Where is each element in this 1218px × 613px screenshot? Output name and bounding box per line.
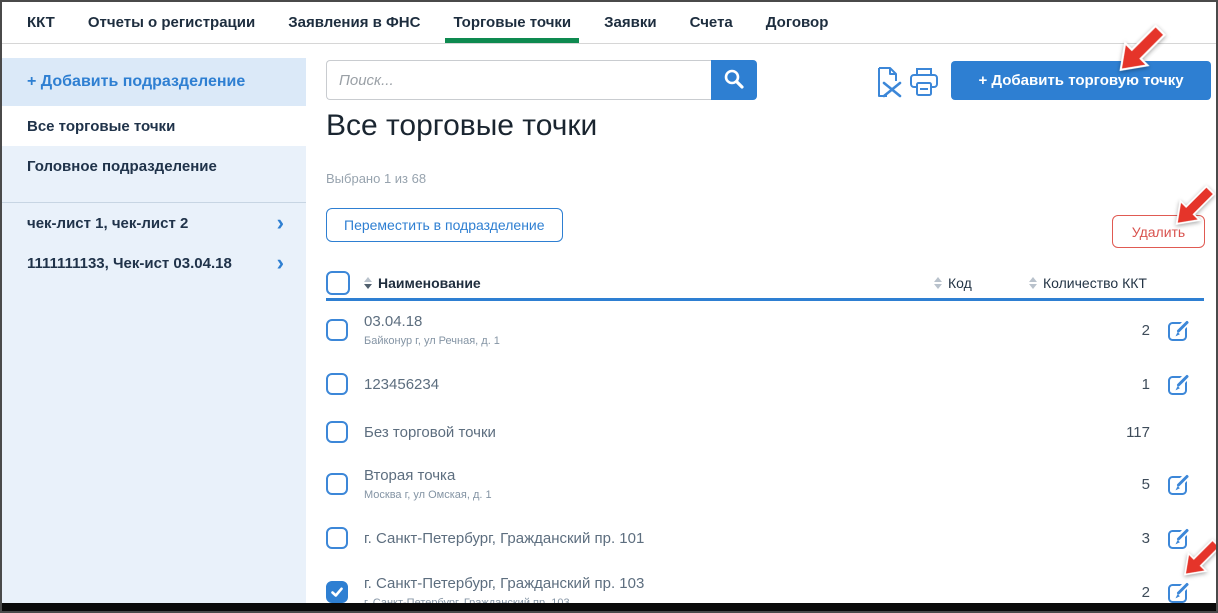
select-all-checkbox[interactable]: [326, 271, 350, 295]
row-name: г. Санкт-Петербург, Гражданский пр. 103: [364, 575, 934, 592]
top-navigation: ККТ Отчеты о регистрации Заявления в ФНС…: [2, 2, 1216, 44]
edit-icon[interactable]: [1166, 471, 1192, 497]
sort-icon: [1029, 277, 1037, 289]
app-window: ККТ Отчеты о регистрации Заявления в ФНС…: [0, 0, 1218, 613]
row-name: Вторая точка: [364, 467, 934, 484]
sidebar-group-chekist[interactable]: 1111111133, Чек-ист 03.04.18 ›: [2, 243, 306, 283]
print-icon[interactable]: [907, 66, 941, 103]
sidebar-group-checklist[interactable]: чек-лист 1, чек-лист 2 ›: [2, 203, 306, 243]
tab-fns-applications[interactable]: Заявления в ФНС: [288, 2, 420, 43]
column-header-code[interactable]: Код: [934, 275, 1029, 291]
row-kkt-count: 2: [1029, 584, 1154, 601]
sidebar-group-label: чек-лист 1, чек-лист 2: [27, 215, 188, 232]
bottom-bar: [2, 603, 1216, 611]
search-button[interactable]: [711, 60, 757, 100]
chevron-right-icon: ›: [277, 212, 284, 234]
sidebar-group-label: 1111111133, Чек-ист 03.04.18: [27, 255, 232, 272]
row-checkbox[interactable]: [326, 527, 348, 549]
delete-button[interactable]: Удалить: [1112, 215, 1205, 248]
add-trade-point-button[interactable]: + Добавить торговую точку: [951, 61, 1211, 100]
tab-contract[interactable]: Договор: [766, 2, 829, 43]
tab-trade-points[interactable]: Торговые точки: [453, 2, 571, 43]
row-name: 123456234: [364, 376, 934, 393]
sidebar-item-all-trade-points[interactable]: Все торговые точки: [2, 106, 306, 146]
chevron-right-icon: ›: [277, 252, 284, 274]
row-kkt-count: 2: [1029, 322, 1154, 339]
add-division-button[interactable]: + Добавить подразделение: [2, 58, 306, 106]
search-icon: [722, 67, 746, 94]
row-checkbox[interactable]: [326, 581, 348, 603]
page-title: Все торговые точки: [326, 109, 597, 143]
table-row: г. Санкт-Петербург, Гражданский пр. 101 …: [326, 513, 1204, 563]
move-to-division-button[interactable]: Переместить в подразделение: [326, 208, 563, 242]
search-bar: [326, 60, 757, 100]
table-header-row: Наименование Код Количество ККТ: [326, 267, 1204, 301]
row-checkbox[interactable]: [326, 421, 348, 443]
table-row: 123456234 1: [326, 359, 1204, 409]
row-name: г. Санкт-Петербург, Гражданский пр. 101: [364, 530, 934, 547]
edit-icon[interactable]: [1166, 525, 1192, 551]
sort-icon: [934, 277, 942, 289]
sidebar-item-head-division[interactable]: Головное подразделение: [2, 146, 306, 186]
tab-requests[interactable]: Заявки: [604, 2, 656, 43]
sidebar-item-label: Все торговые точки: [27, 118, 175, 135]
sidebar-item-label: Головное подразделение: [27, 158, 217, 175]
row-checkbox[interactable]: [326, 373, 348, 395]
row-6-edit-icon[interactable]: [1166, 579, 1192, 605]
edit-icon[interactable]: [1166, 317, 1192, 343]
row-address: Москва г, ул Омская, д. 1: [364, 489, 934, 501]
edit-icon[interactable]: [1166, 371, 1192, 397]
column-header-name[interactable]: Наименование: [364, 275, 934, 291]
row-kkt-count: 1: [1029, 376, 1154, 393]
table-row: Без торговой точки 117: [326, 409, 1204, 455]
tab-invoices[interactable]: Счета: [690, 2, 733, 43]
row-kkt-count: 117: [1029, 424, 1154, 441]
tab-registration-reports[interactable]: Отчеты о регистрации: [88, 2, 255, 43]
table-row: 03.04.18 Байконур г, ул Речная, д. 1 2: [326, 301, 1204, 359]
sort-icon: [364, 277, 372, 289]
column-header-kkt-count[interactable]: Количество ККТ: [1029, 275, 1154, 291]
row-name: 03.04.18: [364, 313, 934, 330]
row-address: Байконур г, ул Речная, д. 1: [364, 335, 934, 347]
excel-export-icon[interactable]: [871, 65, 902, 104]
trade-points-table: Наименование Код Количество ККТ 03.04.18: [326, 267, 1204, 613]
search-input[interactable]: [326, 60, 711, 100]
selection-summary: Выбрано 1 из 68: [326, 171, 426, 186]
sidebar: + Добавить подразделение Все торговые то…: [2, 58, 306, 603]
tab-kkt[interactable]: ККТ: [27, 2, 55, 43]
row-checkbox[interactable]: [326, 319, 348, 341]
row-kkt-count: 3: [1029, 530, 1154, 547]
row-name: Без торговой точки: [364, 424, 934, 441]
table-row: Вторая точка Москва г, ул Омская, д. 1 5: [326, 455, 1204, 513]
row-kkt-count: 5: [1029, 476, 1154, 493]
row-checkbox[interactable]: [326, 473, 348, 495]
main-panel: + Добавить торговую точку Все торговые т…: [306, 45, 1216, 603]
